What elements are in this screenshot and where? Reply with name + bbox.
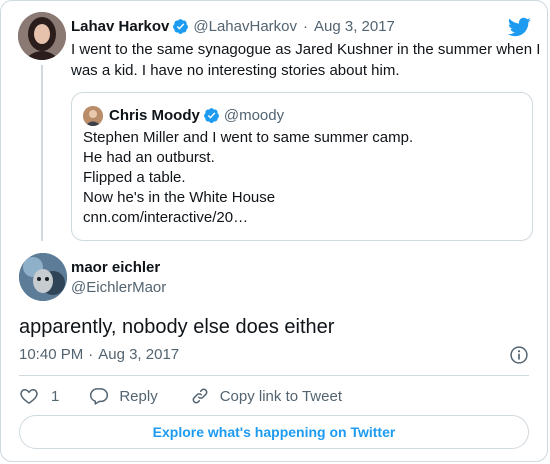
quoted-text-line: Flipped a table. — [83, 169, 186, 186]
maor-avatar[interactable] — [19, 253, 67, 301]
quoted-text-line: Stephen Miller and I went to same summer… — [83, 129, 414, 146]
main-date: Aug 3, 2017 — [98, 346, 180, 363]
reply-bubble-icon — [90, 388, 109, 405]
parent-display-name[interactable]: Lahav Harkov — [71, 18, 169, 35]
main-timestamp[interactable]: 10:40 PM · Aug 3, 2017 — [19, 346, 179, 363]
twitter-bird-icon[interactable] — [507, 15, 531, 39]
copy-link-label: Copy link to Tweet — [219, 387, 342, 405]
quoted-text-line: He had an outburst. — [83, 149, 215, 166]
like-button[interactable]: 1 — [19, 386, 59, 406]
thread-connector-line — [41, 65, 43, 241]
copy-link-button[interactable]: Copy link to Tweet — [190, 386, 342, 406]
info-icon[interactable] — [509, 345, 529, 365]
parent-tweet-text: I went to the same synagogue as Jared Ku… — [71, 41, 541, 79]
heart-icon — [20, 389, 38, 404]
verified-badge-icon — [173, 18, 189, 34]
reply-button[interactable]: Reply — [89, 386, 158, 406]
main-time: 10:40 PM — [19, 346, 84, 363]
quoted-display-name[interactable]: Chris Moody — [109, 107, 200, 124]
reply-label: Reply — [119, 387, 158, 405]
explore-twitter-button[interactable]: Explore what's happening on Twitter — [19, 415, 529, 449]
timestamp-separator: · — [88, 346, 94, 363]
quoted-tweet[interactable]: Chris Moody @moody Stephen Miller and I … — [71, 92, 533, 241]
header-separator: · — [303, 17, 308, 35]
lahav-avatar[interactable] — [18, 12, 66, 60]
actions-divider — [19, 375, 529, 376]
parent-handle[interactable]: @LahavHarkov — [193, 18, 297, 35]
link-icon — [192, 388, 208, 404]
quoted-handle[interactable]: @moody — [224, 107, 284, 124]
quoted-tweet-text: Stephen Miller and I went to same summer… — [83, 128, 523, 228]
like-count: 1 — [51, 387, 60, 405]
parent-date[interactable]: Aug 3, 2017 — [314, 18, 395, 35]
main-tweet-text: apparently, nobody else does either — [19, 316, 335, 338]
parent-tweet-header: Lahav Harkov @LahavHarkov · Aug 3, 2017 — [71, 16, 395, 36]
tweet-embed-card: Lahav Harkov @LahavHarkov · Aug 3, 2017 … — [0, 0, 548, 462]
main-display-name[interactable]: maor eichler — [71, 259, 160, 276]
chris-avatar[interactable] — [83, 106, 103, 126]
main-handle[interactable]: @EichlerMaor — [71, 279, 166, 296]
quoted-link[interactable]: cnn.com/interactive/20… — [83, 208, 523, 228]
quoted-text-line: Now he's in the White House — [83, 189, 276, 206]
tweet-actions: 1 Reply Copy link to Tweet — [19, 385, 342, 407]
quoted-tweet-header: Chris Moody @moody — [109, 105, 284, 125]
verified-badge-icon — [203, 107, 219, 123]
